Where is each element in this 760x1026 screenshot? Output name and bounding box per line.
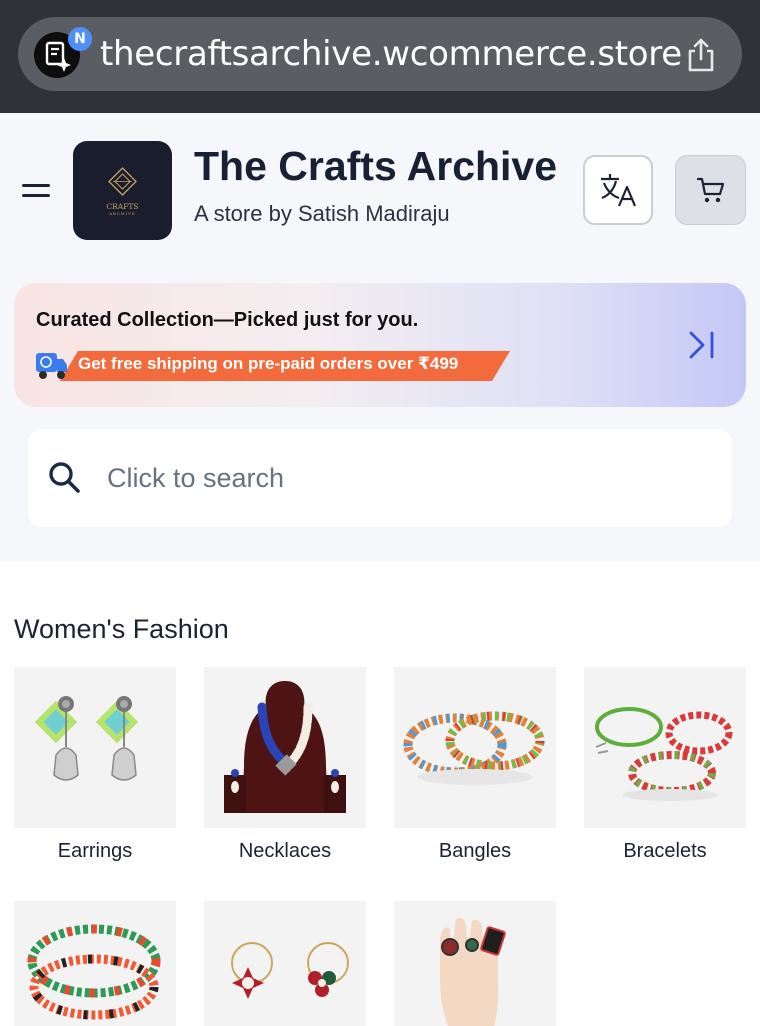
promo-title: Curated Collection—Picked just for you.: [36, 309, 419, 331]
store-logo[interactable]: CRAFTS ARCHIVE: [73, 141, 172, 240]
skip-to-end-icon[interactable]: [686, 329, 718, 361]
category-label: Bracelets: [623, 840, 707, 862]
category-nose-pins[interactable]: [204, 901, 366, 1026]
translate-button[interactable]: [583, 155, 653, 225]
nose-pins-image: [204, 901, 366, 1026]
section-title: Women's Fashion: [14, 614, 229, 644]
cart-button[interactable]: [675, 155, 746, 225]
browser-bar: N thecraftsarchive.wcommerce.store: [0, 0, 760, 113]
url-text[interactable]: thecraftsarchive.wcommerce.store: [100, 17, 682, 91]
category-anklets[interactable]: [14, 901, 176, 1026]
notification-badge: N: [68, 27, 92, 51]
rings-image: [394, 901, 556, 1026]
necklace-image: [204, 667, 366, 828]
share-icon[interactable]: [684, 37, 718, 73]
earrings-image: [14, 667, 176, 828]
category-rings[interactable]: [394, 901, 556, 1026]
bangles-image: [394, 667, 556, 828]
anklets-image: [14, 901, 176, 1026]
category-bangles[interactable]: Bangles: [394, 667, 556, 863]
category-earrings[interactable]: Earrings: [14, 667, 176, 863]
shipping-offer-text: Get free shipping on pre-paid orders ove…: [78, 354, 459, 373]
search-icon: [46, 459, 82, 495]
search-input[interactable]: Click to search: [28, 429, 732, 527]
category-necklaces[interactable]: Necklaces: [204, 667, 366, 863]
hamburger-menu-icon[interactable]: [22, 182, 52, 202]
logo-subword: ARCHIVE: [108, 211, 136, 216]
store-title: The Crafts Archive: [194, 143, 558, 189]
logo-wordmark: CRAFTS: [106, 202, 138, 211]
category-label: Necklaces: [238, 840, 332, 862]
address-bar[interactable]: N thecraftsarchive.wcommerce.store: [18, 17, 742, 91]
category-label: Bangles: [438, 840, 512, 862]
store-subtitle: A store by Satish Madiraju: [194, 201, 450, 226]
category-label: Earrings: [57, 840, 133, 862]
delivery-truck-icon: [34, 349, 68, 381]
bracelets-image: [584, 667, 746, 828]
category-bracelets[interactable]: Bracelets: [584, 667, 746, 863]
search-placeholder: Click to search: [107, 463, 285, 493]
translate-icon: [601, 174, 637, 207]
promo-banner[interactable]: Curated Collection—Picked just for you. …: [14, 283, 746, 407]
cart-icon: [696, 177, 724, 203]
store-header-section: CRAFTS ARCHIVE The Crafts Archive A stor…: [0, 113, 760, 562]
